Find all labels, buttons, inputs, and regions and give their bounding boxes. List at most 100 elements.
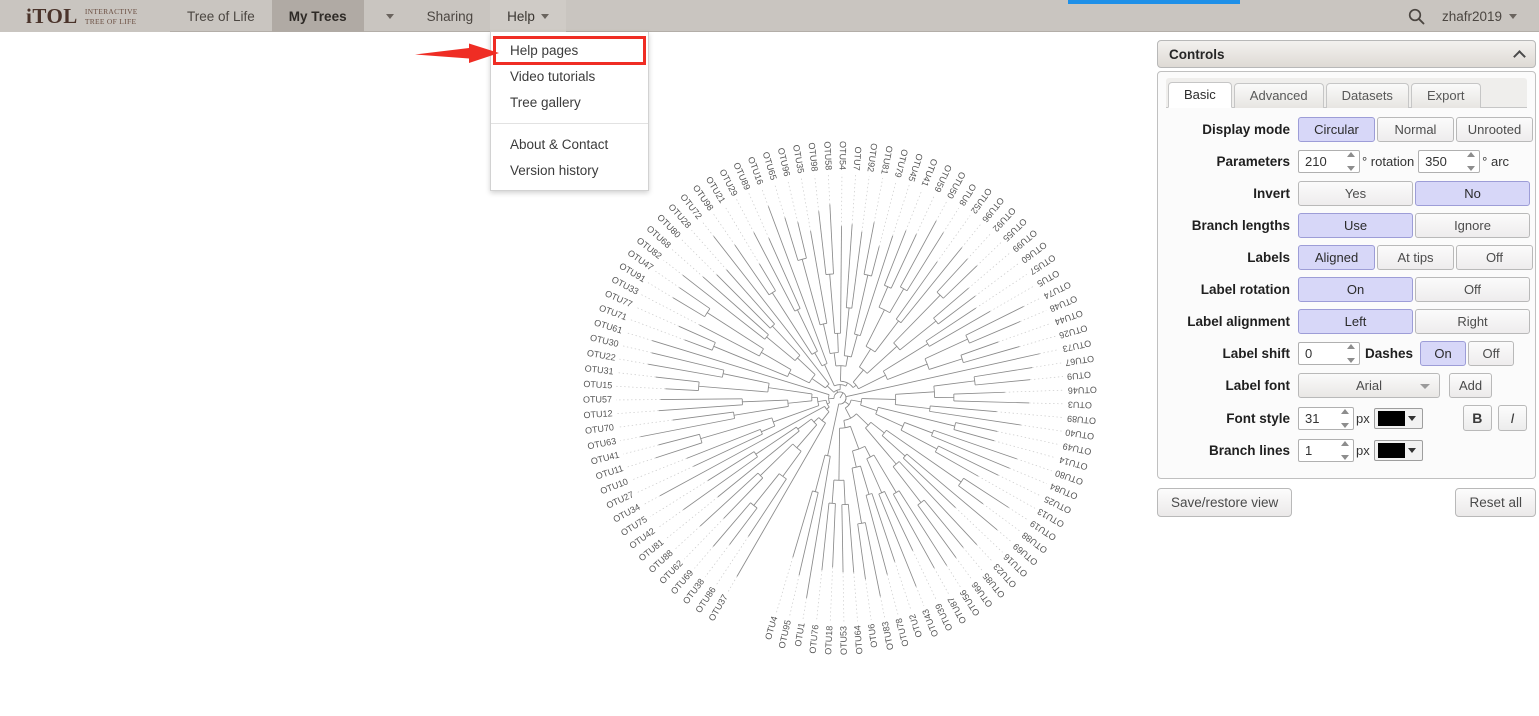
tree-tip-label[interactable]: OTU46 [1068, 385, 1097, 396]
tree-tip-label[interactable]: OTU95 [777, 619, 793, 650]
stepper-down-icon[interactable] [1346, 166, 1355, 171]
search-button[interactable] [1402, 0, 1432, 32]
tree-tip-label[interactable]: OTU98 [807, 142, 820, 172]
label-rotation-option-off[interactable]: Off [1415, 277, 1530, 302]
nav-item-my-trees-dropdown[interactable] [364, 0, 410, 32]
tree-tip-label[interactable]: OTU79 [893, 148, 910, 179]
display-mode-option-circular[interactable]: Circular [1298, 117, 1375, 142]
tree-tip-label[interactable]: OTU54 [838, 141, 848, 170]
tree-tip-label[interactable]: OTU81 [879, 145, 894, 175]
tree-tip-label[interactable]: OTU9 [1067, 369, 1092, 381]
tree-tip-label[interactable]: OTU57 [583, 394, 612, 404]
stepper-down-icon[interactable] [1466, 166, 1475, 171]
font-size-stepper[interactable] [1298, 406, 1354, 430]
branch-lengths-option-use[interactable]: Use [1298, 213, 1413, 238]
tree-tip-label[interactable]: OTU3 [1068, 400, 1092, 411]
invert-option-yes[interactable]: Yes [1298, 181, 1413, 206]
stepper-up-icon[interactable] [1466, 152, 1475, 157]
tab-export[interactable]: Export [1410, 83, 1481, 108]
tree-tip-label[interactable]: OTU64 [852, 625, 864, 655]
font-color-picker[interactable] [1373, 407, 1423, 429]
label-alignment-option-left[interactable]: Left [1298, 309, 1413, 334]
tab-basic[interactable]: Basic [1168, 82, 1232, 108]
tree-tip-label[interactable]: OTU6 [866, 623, 879, 648]
chevron-up-icon[interactable] [1513, 49, 1526, 63]
tree-tip-label[interactable]: OTU96 [776, 147, 792, 178]
invert-option-no[interactable]: No [1415, 181, 1530, 206]
tree-tip-label[interactable]: OTU61 [593, 317, 624, 335]
tree-tip-label[interactable]: OTU18 [823, 626, 834, 655]
tree-tip-label[interactable]: OTU1 [793, 622, 807, 647]
label-shift-stepper-arrows[interactable] [1343, 344, 1358, 363]
tree-tip-label[interactable]: OTU53 [838, 626, 849, 655]
nav-item-my-trees[interactable]: My Trees [271, 0, 364, 32]
display-mode-option-normal[interactable]: Normal [1377, 117, 1454, 142]
labels-option-at-tips[interactable]: At tips [1377, 245, 1454, 270]
tree-tip-label[interactable]: OTU83 [880, 621, 896, 651]
menu-item-about-contact[interactable]: About & Contact [491, 131, 648, 157]
nav-item-help[interactable]: Help [490, 0, 566, 32]
user-menu[interactable]: zhafr2019 [1438, 9, 1521, 24]
stepper-down-icon[interactable] [1346, 358, 1355, 363]
italic-button[interactable]: I [1497, 405, 1527, 431]
dashes-option-on[interactable]: On [1420, 341, 1467, 366]
labels-option-off[interactable]: Off [1456, 245, 1533, 270]
itol-logo[interactable]: iTOL Interactive Tree of Life [0, 0, 170, 32]
stepper-up-icon[interactable] [1346, 152, 1355, 157]
label-font-select[interactable]: Arial [1298, 373, 1440, 398]
tree-tip-label[interactable]: OTU12 [583, 408, 613, 420]
tree-tip-label[interactable]: OTU4 [763, 615, 779, 641]
menu-item-video-tutorials[interactable]: Video tutorials [491, 63, 648, 89]
stepper-down-icon[interactable] [1340, 422, 1349, 428]
tree-tip-label[interactable]: OTU63 [587, 436, 617, 451]
tree-tip-label[interactable]: OTU92 [865, 143, 879, 173]
tree-tip-label[interactable]: OTU22 [586, 348, 616, 363]
tree-tip-label[interactable]: OTU35 [791, 144, 806, 174]
nav-item-tree-of-life[interactable]: Tree of Life [170, 0, 272, 32]
label-shift-stepper[interactable] [1298, 342, 1360, 365]
tree-tip-label[interactable]: OTU30 [589, 333, 620, 349]
tree-tip-label[interactable]: OTU67 [1065, 353, 1095, 367]
stepper-up-icon[interactable] [1346, 344, 1355, 349]
controls-panel-header[interactable]: Controls [1157, 40, 1536, 68]
row-label-alignment: Label alignment Left Right [1166, 309, 1530, 334]
branch-width-stepper[interactable] [1298, 439, 1354, 462]
stepper-up-icon[interactable] [1340, 408, 1349, 414]
tree-tip-label[interactable]: OTU70 [584, 422, 614, 436]
menu-item-version-history[interactable]: Version history [491, 157, 648, 183]
tab-datasets[interactable]: Datasets [1325, 83, 1409, 108]
save-restore-view-button[interactable]: Save/restore view [1157, 488, 1293, 517]
tree-tip-label[interactable]: OTU58 [822, 141, 834, 170]
font-size-stepper-arrows[interactable] [1337, 408, 1352, 428]
display-mode-option-unrooted[interactable]: Unrooted [1456, 117, 1533, 142]
branch-width-stepper-arrows[interactable] [1337, 441, 1352, 460]
tree-tip-label[interactable]: OTU15 [583, 379, 612, 391]
arc-stepper-arrows[interactable] [1463, 152, 1478, 171]
nav-item-sharing[interactable]: Sharing [410, 0, 491, 32]
tree-tip-label[interactable]: OTU49 [1062, 441, 1092, 457]
dashes-option-off[interactable]: Off [1468, 341, 1515, 366]
tree-tip-label[interactable]: OTU31 [584, 363, 614, 376]
label-alignment-option-right[interactable]: Right [1415, 309, 1530, 334]
label-rotation-option-on[interactable]: On [1298, 277, 1413, 302]
arc-stepper[interactable] [1418, 150, 1481, 173]
tab-advanced[interactable]: Advanced [1233, 83, 1324, 108]
tree-tip-label[interactable]: OTU40 [1065, 427, 1095, 441]
add-font-button[interactable]: Add [1449, 373, 1493, 398]
rotation-stepper[interactable] [1298, 150, 1360, 173]
rotation-stepper-arrows[interactable] [1343, 152, 1358, 171]
tree-tip-label[interactable]: OTU7 [852, 146, 864, 171]
tree-tip-label[interactable]: OTU76 [808, 624, 821, 654]
tree-tip-label[interactable]: OTU73 [1062, 338, 1092, 354]
bold-button[interactable]: B [1462, 405, 1492, 431]
stepper-down-icon[interactable] [1340, 455, 1349, 460]
menu-item-help-pages[interactable]: Help pages [493, 36, 646, 65]
tree-tip-label[interactable]: OTU89 [1067, 414, 1097, 426]
menu-item-tree-gallery[interactable]: Tree gallery [491, 89, 648, 115]
stepper-up-icon[interactable] [1340, 441, 1349, 446]
branch-lengths-option-ignore[interactable]: Ignore [1415, 213, 1530, 238]
reset-all-button[interactable]: Reset all [1455, 488, 1536, 517]
tree-tip-label[interactable]: OTU14 [1058, 455, 1089, 472]
labels-option-aligned[interactable]: Aligned [1298, 245, 1375, 270]
branch-color-picker[interactable] [1373, 440, 1423, 461]
